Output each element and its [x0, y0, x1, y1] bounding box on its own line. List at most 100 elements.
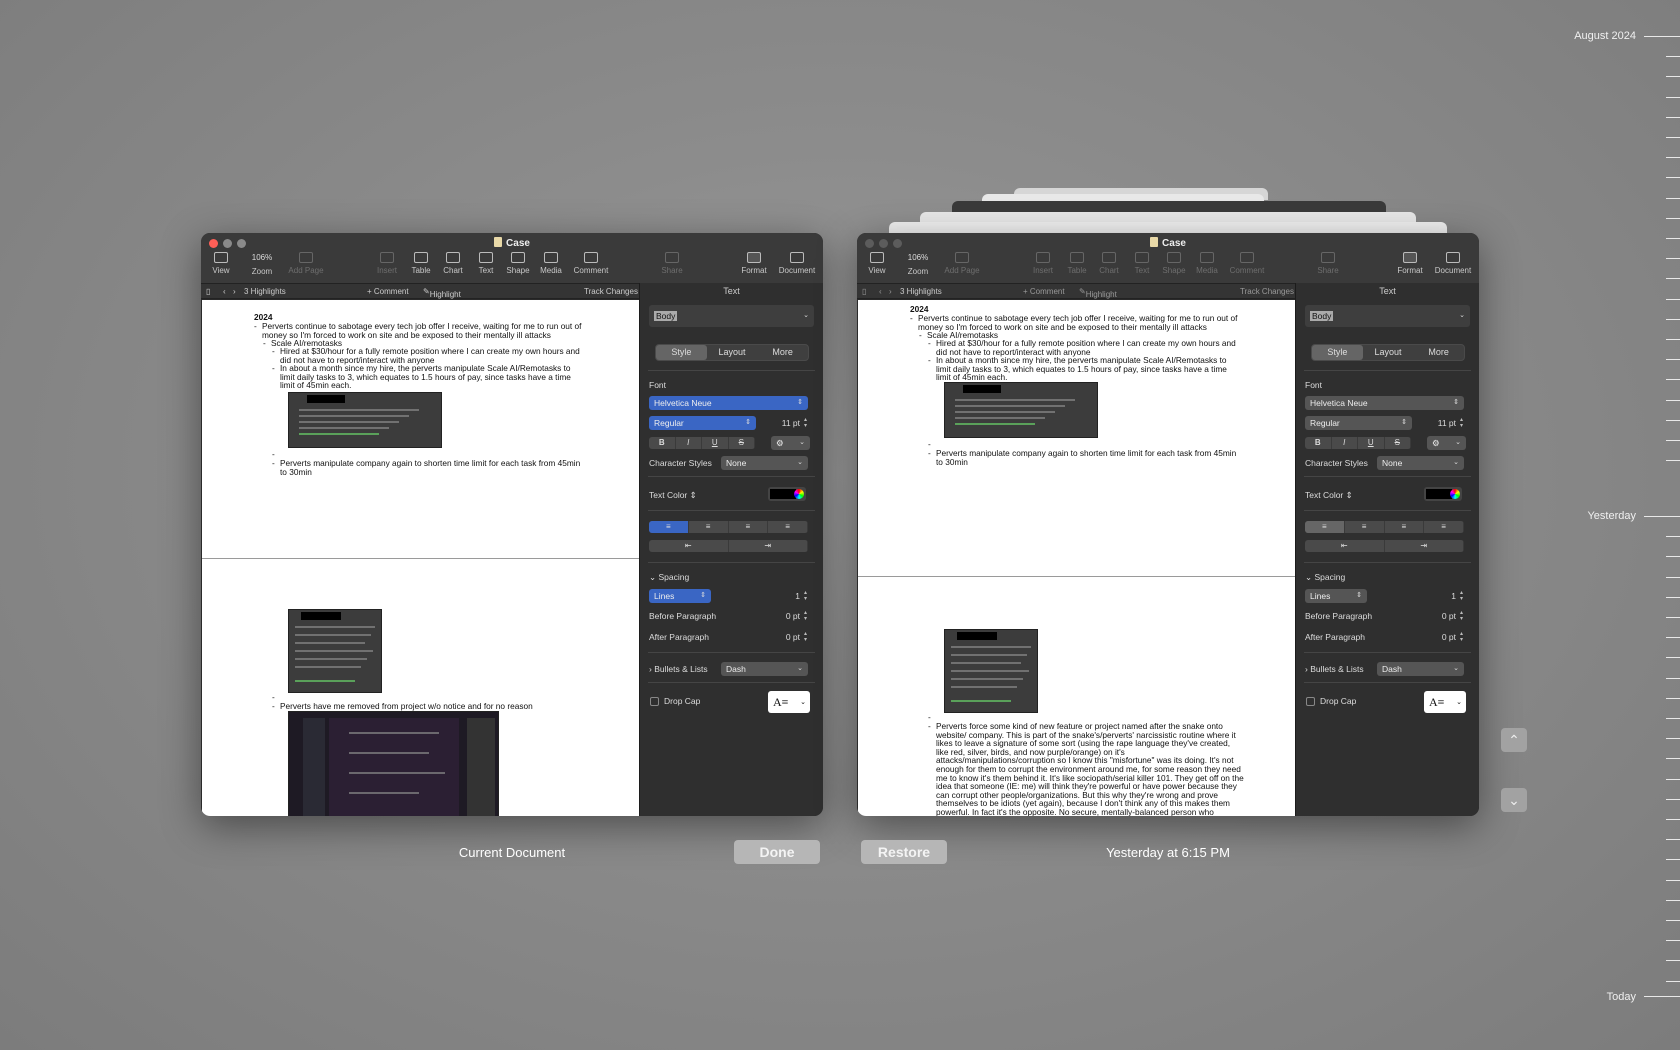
bold-button[interactable]: B: [649, 437, 676, 449]
timeline-tick[interactable]: [1666, 819, 1680, 820]
newer-version-button[interactable]: ⌄: [1501, 788, 1527, 812]
timeline-tick[interactable]: [1666, 576, 1680, 578]
timeline-tick[interactable]: [1666, 419, 1680, 421]
align-center-icon[interactable]: ≡: [689, 521, 729, 533]
timeline-tick[interactable]: [1644, 516, 1680, 517]
timeline-tick[interactable]: [1666, 960, 1680, 962]
timeline-tick[interactable]: [1666, 157, 1680, 159]
timeline-tick[interactable]: [1666, 839, 1680, 841]
after-paragraph-field[interactable]: 0 pt: [760, 632, 800, 642]
previous-version-window[interactable]: Case View 106% Zoom Add Page Insert Table…: [857, 233, 1479, 816]
timeline-tick[interactable]: [1666, 738, 1680, 740]
document-button[interactable]: Document: [777, 252, 817, 275]
increase-indent-icon[interactable]: ⇥: [729, 540, 808, 552]
decrease-indent-icon[interactable]: ⇤: [649, 540, 729, 552]
current-document-window[interactable]: Case View 106% Zoom Add Page Insert Table…: [201, 233, 823, 816]
timeline-tick[interactable]: [1644, 36, 1680, 37]
screenshot-image[interactable]: [944, 382, 1098, 438]
timeline-label-today[interactable]: Today: [1496, 991, 1636, 1003]
text-color-label[interactable]: Text Color ⇕: [649, 490, 697, 501]
timeline-tick[interactable]: [1666, 920, 1680, 921]
timeline-tick[interactable]: [1666, 899, 1680, 901]
timeline-tick[interactable]: [1666, 298, 1680, 300]
tab-layout[interactable]: Layout: [707, 345, 758, 360]
prev-highlight-icon[interactable]: ‹: [223, 287, 226, 296]
character-styles-select[interactable]: None ⌄: [721, 456, 808, 470]
timeline-tick[interactable]: [1666, 758, 1680, 760]
after-paragraph-stepper[interactable]: ▴ ▾: [804, 631, 810, 643]
screenshot-image[interactable]: [944, 629, 1038, 713]
add-comment-button[interactable]: + Comment: [367, 287, 409, 296]
timeline-tick[interactable]: [1666, 177, 1680, 179]
timeline-tick[interactable]: [1666, 56, 1680, 58]
timeline-tick[interactable]: [1666, 137, 1680, 138]
timeline-tick[interactable]: [1666, 798, 1680, 800]
before-paragraph-stepper[interactable]: ▴ ▾: [804, 610, 810, 622]
spacing-value-field[interactable]: 1: [760, 591, 800, 601]
align-left-icon[interactable]: ≡: [649, 521, 689, 533]
italic-button[interactable]: I: [676, 437, 702, 449]
strikethrough-button[interactable]: S: [729, 437, 755, 449]
font-size-stepper[interactable]: ▴ ▾: [804, 417, 810, 429]
timeline-tick[interactable]: [1666, 556, 1680, 558]
highlight-button[interactable]: ✎ Highlight: [423, 287, 461, 299]
highlights-count[interactable]: 3 Highlights: [244, 287, 286, 296]
screenshot-image[interactable]: [288, 392, 442, 448]
underline-button[interactable]: U: [702, 437, 729, 449]
document-page[interactable]: 2024 - Perverts continue to sabotage eve…: [202, 300, 639, 816]
timeline-tick[interactable]: [1666, 596, 1680, 598]
older-version-button[interactable]: ⌃: [1501, 728, 1527, 752]
timeline-tick[interactable]: [1666, 359, 1680, 361]
drop-cap-style-menu[interactable]: A≡ ⌄: [768, 691, 810, 713]
font-family-select[interactable]: Helvetica Neue ⇕: [649, 396, 808, 410]
restore-button[interactable]: Restore: [861, 840, 947, 864]
version-timeline[interactable]: August 2024 Yesterday Today: [1574, 0, 1680, 1050]
timeline-tick[interactable]: [1666, 440, 1680, 441]
format-button[interactable]: Format: [734, 252, 774, 275]
next-highlight-icon[interactable]: ›: [233, 287, 236, 296]
media-button[interactable]: Media: [531, 252, 571, 275]
text-options-menu[interactable]: ⚙ ⌄: [771, 436, 810, 450]
before-paragraph-field[interactable]: 0 pt: [760, 611, 800, 621]
timeline-tick[interactable]: [1666, 980, 1680, 982]
timeline-tick[interactable]: [1666, 76, 1680, 78]
text-color-well[interactable]: [768, 487, 806, 501]
tab-style[interactable]: Style: [656, 345, 707, 360]
color-wheel-icon[interactable]: [794, 489, 804, 499]
tab-more[interactable]: More: [757, 345, 808, 360]
timeline-tick[interactable]: [1666, 217, 1680, 219]
font-weight-select[interactable]: Regular ⇕: [649, 416, 756, 430]
timeline-tick[interactable]: [1666, 238, 1680, 239]
document-page[interactable]: 2024 - Perverts continue to sabotage eve…: [858, 300, 1295, 816]
timeline-tick[interactable]: [1666, 718, 1680, 719]
timeline-tick[interactable]: [1666, 278, 1680, 280]
drop-cap-checkbox[interactable]: [650, 697, 659, 706]
timeline-tick[interactable]: [1666, 657, 1680, 659]
timeline-tick[interactable]: [1666, 879, 1680, 881]
paragraph-style-select[interactable]: Body ⌄: [649, 305, 814, 327]
timeline-tick[interactable]: [1666, 637, 1680, 639]
align-right-icon[interactable]: ≡: [729, 521, 769, 533]
spacing-section[interactable]: ⌄ Spacing: [649, 572, 689, 583]
timeline-tick[interactable]: [1666, 940, 1680, 942]
timeline-tick[interactable]: [1666, 318, 1680, 320]
share-button[interactable]: Share: [652, 252, 692, 275]
timeline-tick[interactable]: [1666, 379, 1680, 381]
font-size-field[interactable]: 11 pt: [760, 418, 800, 428]
timeline-label-yesterday[interactable]: Yesterday: [1496, 510, 1636, 522]
spacing-stepper[interactable]: ▴ ▾: [804, 590, 810, 602]
timeline-tick[interactable]: [1666, 460, 1680, 462]
comment-button[interactable]: Comment: [571, 252, 611, 275]
bullets-section[interactable]: › Bullets & Lists: [649, 664, 708, 674]
timeline-label-august[interactable]: August 2024: [1496, 30, 1636, 42]
timeline-tick[interactable]: [1666, 697, 1680, 699]
align-justify-icon[interactable]: ≡: [768, 521, 808, 533]
track-changes-button[interactable]: Track Changes: [584, 287, 638, 296]
timeline-tick[interactable]: [1666, 116, 1680, 118]
timeline-tick[interactable]: [1644, 996, 1680, 997]
done-button[interactable]: Done: [734, 840, 820, 864]
timeline-tick[interactable]: [1666, 197, 1680, 199]
screenshot-image[interactable]: [288, 609, 382, 693]
bullets-select[interactable]: Dash ⌄: [721, 662, 808, 676]
add-page-button[interactable]: Add Page: [286, 252, 326, 275]
